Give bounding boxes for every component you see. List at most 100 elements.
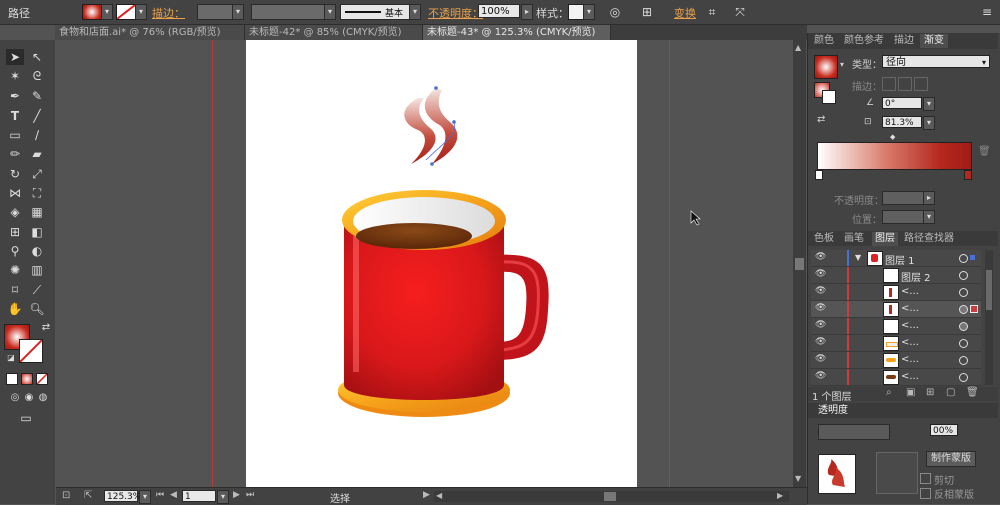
gradient-stop-white[interactable] — [815, 170, 823, 180]
sublayer-name[interactable]: 图层 2 — [901, 269, 931, 284]
default-colors-icon[interactable]: ◪ — [2, 350, 20, 366]
share-icon[interactable]: ⇱ — [84, 490, 92, 501]
horizontal-scrollbar[interactable]: ◀ ▶ — [434, 491, 789, 502]
tab-color-guide[interactable]: 颜色参考 — [844, 34, 884, 48]
layer-row-main[interactable]: 👁︎ ▼ 图层 1 — [811, 250, 981, 267]
angle-arrow[interactable]: ▾ — [923, 97, 935, 111]
zoom-input[interactable]: 125.3% — [104, 490, 141, 502]
scale-tool-icon[interactable]: ⤢ — [28, 166, 46, 182]
visibility-eye-icon[interactable]: 👁︎ — [815, 287, 826, 296]
status-menu-arrow[interactable]: ▶ — [423, 490, 430, 500]
pencil-icon[interactable]: ✏ — [6, 146, 24, 162]
transparency-opacity-input[interactable]: 00% — [930, 424, 958, 436]
recolor-icon[interactable]: ◎ — [606, 4, 624, 20]
gradient-tool-icon[interactable]: ◧ — [28, 224, 46, 240]
curvature-tool-icon[interactable]: ✎ — [28, 88, 46, 104]
fill-dropdown-arrow[interactable]: ▾ — [101, 4, 113, 20]
new-sublayer-icon[interactable]: ⊞ — [926, 387, 934, 398]
stop-position-arrow[interactable]: ▾ — [923, 210, 935, 224]
object-name[interactable]: <... — [901, 354, 919, 365]
visibility-eye-icon[interactable]: 👁︎ — [815, 372, 826, 381]
width-tool-icon[interactable]: ⋈ — [6, 185, 24, 201]
fill-swatch[interactable] — [82, 4, 102, 20]
target-circle-icon[interactable] — [959, 254, 968, 263]
scroll-right-icon[interactable]: ▶ — [777, 491, 783, 500]
lasso-icon[interactable]: ᘓ — [28, 68, 46, 84]
screen-mode-icon[interactable]: ▭ — [17, 410, 35, 426]
aspect-ratio-input[interactable]: 81.3% — [882, 116, 922, 128]
shape-builder-icon[interactable]: ◈ — [6, 204, 24, 220]
zoom-arrow[interactable]: ▾ — [139, 490, 151, 504]
next-artboard-icon[interactable]: ▶ — [233, 490, 240, 500]
visibility-eye-icon[interactable]: 👁︎ — [815, 304, 826, 313]
tab-stroke[interactable]: 描边 — [894, 34, 914, 48]
angle-input[interactable]: 0° — [882, 97, 922, 109]
blend-mode-select[interactable] — [818, 424, 890, 440]
line-tool-icon[interactable]: ╱ — [28, 108, 46, 124]
delete-stop-icon[interactable]: 🗑︎ — [978, 146, 991, 157]
h-scroll-thumb[interactable] — [604, 492, 616, 501]
object-name[interactable]: <... — [901, 320, 919, 331]
layers-scrollbar[interactable] — [985, 250, 993, 385]
slice-tool-icon[interactable]: ⟋ — [28, 282, 46, 298]
variable-width-profile[interactable] — [251, 4, 325, 20]
stroke-gradient-option-3[interactable] — [914, 77, 928, 91]
gradient-midpoint-diamond[interactable]: ◆ — [890, 133, 895, 141]
prev-artboard-icon[interactable]: ◀ — [170, 490, 177, 500]
eyedropper-icon[interactable]: ⚲ — [6, 243, 24, 259]
vertical-scrollbar[interactable]: ▲ ▼ — [793, 40, 806, 487]
clipping-mask-icon[interactable]: ▣ — [906, 387, 915, 398]
mesh-tool-icon[interactable]: ⊞ — [6, 224, 24, 240]
swap-colors-icon[interactable]: ⇄ — [37, 320, 55, 336]
visibility-eye-icon[interactable]: 👁︎ — [815, 253, 826, 262]
gradient-slider[interactable] — [817, 142, 972, 170]
gradient-type-select[interactable]: 径向 ▾ — [882, 55, 990, 68]
isolate-icon[interactable]: ⌗ — [703, 4, 721, 20]
tab-transparency[interactable]: 透明度 — [818, 404, 848, 418]
selection-tool-icon[interactable]: ➤ — [6, 49, 24, 65]
new-layer-icon[interactable]: ▢ — [946, 387, 955, 398]
scroll-up-icon[interactable]: ▲ — [795, 43, 801, 52]
object-name[interactable]: <... — [901, 303, 919, 314]
clip-checkbox[interactable] — [920, 473, 931, 484]
zoom-tool-icon[interactable]: 🔍︎ — [28, 301, 46, 317]
visibility-eye-icon[interactable]: 👁︎ — [815, 355, 826, 364]
artboard-nav-icon[interactable]: ⊡ — [62, 490, 70, 501]
arrange-icon[interactable]: ⤧ — [731, 4, 749, 20]
style-arrow[interactable]: ▾ — [583, 4, 595, 20]
tab-gradient[interactable]: 渐变 — [920, 34, 948, 48]
make-mask-button[interactable]: 制作蒙版 — [926, 451, 976, 467]
stroke-color-box[interactable] — [19, 339, 43, 363]
type-tool-icon[interactable]: T — [6, 108, 24, 124]
brush-definition[interactable]: 基本 — [340, 4, 410, 20]
layer-row[interactable]: 👁︎ 图层 2 — [811, 267, 981, 284]
doc-tab-active[interactable]: 未标题-43* @ 125.3% (CMYK/预览) — [423, 25, 611, 40]
graph-tool-icon[interactable]: ▥ — [28, 262, 46, 278]
symbol-sprayer-icon[interactable]: ✺ — [6, 262, 24, 278]
perspective-grid-icon[interactable]: ▦ — [28, 204, 46, 220]
draw-inside-icon[interactable]: ◍ — [34, 390, 52, 406]
tab-layers[interactable]: 图层 — [872, 232, 898, 246]
rotate-tool-icon[interactable]: ↻ — [6, 166, 24, 182]
tab-brushes[interactable]: 画笔 — [844, 232, 864, 246]
stroke-swatch[interactable] — [116, 4, 136, 20]
free-transform-icon[interactable]: ⛶ — [28, 185, 46, 201]
first-artboard-icon[interactable]: ⏮ — [156, 490, 164, 500]
graphic-style-swatch[interactable] — [568, 4, 584, 20]
object-name[interactable]: <... — [901, 371, 919, 382]
align-icon[interactable]: ⊞ — [638, 4, 656, 20]
gradient-preview[interactable] — [814, 55, 838, 79]
gradient-stop-red[interactable] — [964, 170, 972, 180]
stroke-gradient-option-1[interactable] — [882, 77, 896, 91]
artboard-tool-icon[interactable]: ⌑ — [6, 282, 24, 298]
layers-scroll-thumb[interactable] — [986, 270, 992, 310]
visibility-eye-icon[interactable]: 👁︎ — [815, 321, 826, 330]
delete-layer-icon[interactable]: 🗑︎ — [966, 387, 979, 398]
brush-arrow[interactable]: ▾ — [409, 4, 421, 20]
scroll-thumb[interactable] — [795, 258, 804, 270]
pen-tool-icon[interactable]: ✒ — [6, 88, 24, 104]
object-name[interactable]: <... — [901, 286, 919, 297]
mask-thumbnail[interactable] — [876, 452, 918, 494]
opacity-label[interactable]: 不透明度： — [428, 5, 483, 21]
stop-position-input[interactable] — [882, 210, 924, 224]
